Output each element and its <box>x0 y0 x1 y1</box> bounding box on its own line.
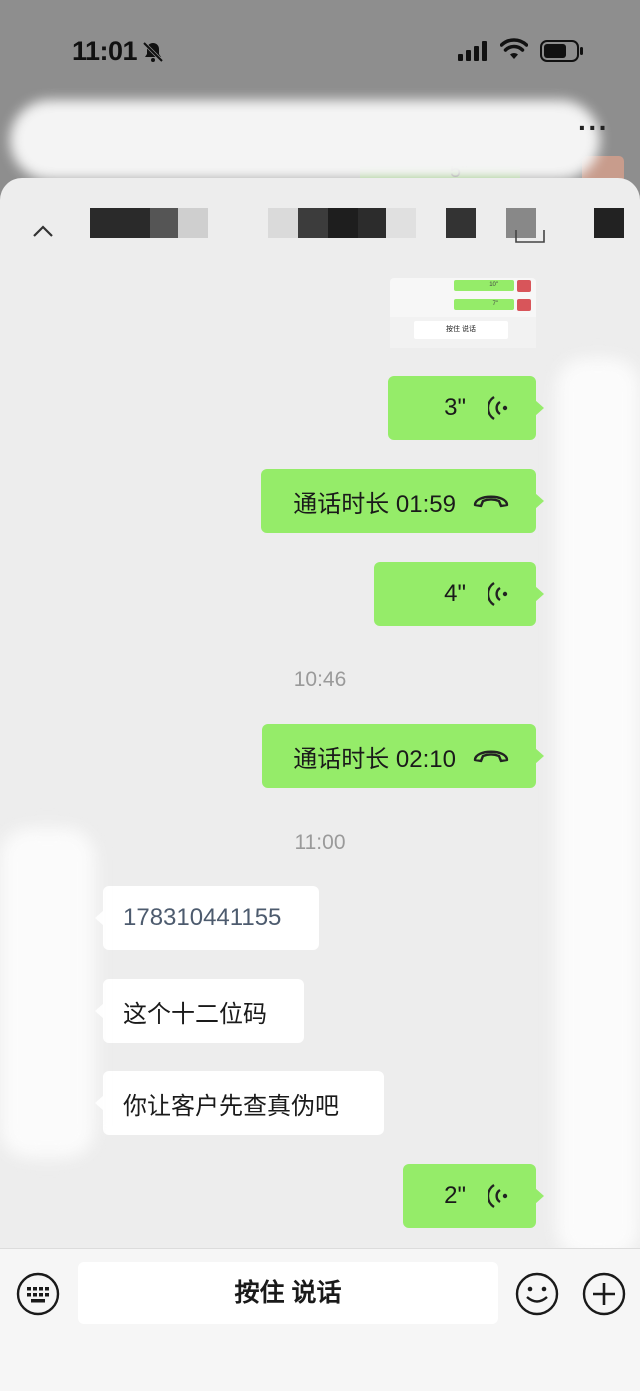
emoji-icon[interactable] <box>515 1272 559 1321</box>
redaction-blur <box>10 100 600 180</box>
voice-message[interactable]: 2" <box>403 1164 544 1228</box>
thumb-hold-to-talk: 按住 说话 <box>414 321 508 339</box>
censored-title <box>298 208 328 238</box>
voice-message[interactable]: 3" <box>388 376 544 440</box>
voice-wave-icon <box>488 395 510 421</box>
redaction-blur <box>556 358 640 1258</box>
battery-icon <box>540 40 584 67</box>
hold-to-talk-button[interactable]: 按住 说话 <box>78 1262 498 1324</box>
thumb-bubble-text: 10" <box>489 282 498 288</box>
thumb-avatar <box>517 280 531 292</box>
thumb-bubble: 10" <box>454 280 514 291</box>
phone-hangup-icon <box>472 492 510 510</box>
censored-title <box>358 208 386 238</box>
voice-wave-icon <box>488 581 510 607</box>
input-bar: 按住 说话 <box>0 1248 640 1391</box>
keyboard-icon[interactable] <box>16 1272 60 1321</box>
censored-title <box>386 208 416 238</box>
signal-icon <box>458 41 490 66</box>
thumb-avatar <box>517 299 531 311</box>
voice-wave-icon <box>488 1183 510 1209</box>
call-record-message[interactable]: 通话时长 02:10 <box>262 724 544 788</box>
incoming-text-message[interactable]: 你让客户先查真伪吧 <box>95 1071 384 1135</box>
incoming-text-message[interactable]: 这个十二位码 <box>95 979 304 1043</box>
sheet-tool-icon[interactable] <box>514 228 546 244</box>
timestamp: 10:46 <box>293 668 347 691</box>
redaction-blur <box>0 828 95 1158</box>
phone-number-link[interactable]: 178310441155 <box>123 904 281 932</box>
censored-title <box>90 208 150 238</box>
censored-title <box>178 208 208 238</box>
call-duration-text: 通话时长 01:59 <box>293 490 456 518</box>
more-icon[interactable]: ··· <box>578 112 609 144</box>
voice-duration: 3" <box>444 394 466 421</box>
censored-title <box>328 208 358 238</box>
message-text: 你让客户先查真伪吧 <box>123 1092 339 1120</box>
voice-message[interactable]: 4" <box>374 562 544 626</box>
voice-duration: 2" <box>444 1182 466 1209</box>
incoming-text-message[interactable]: 178310441155 <box>95 886 319 950</box>
censored-title <box>446 208 476 238</box>
wifi-icon <box>499 38 529 65</box>
censored-title <box>594 208 624 238</box>
status-bar: 11:01 <box>0 0 640 100</box>
thumb-bubble-text: 7" <box>492 301 498 307</box>
voice-duration: 4" <box>444 580 466 607</box>
timestamp: 11:00 <box>294 831 346 854</box>
sheet-header <box>0 178 640 258</box>
call-record-message[interactable]: 通话时长 01:59 <box>261 469 544 533</box>
status-time: 11:01 <box>72 36 138 66</box>
thumb-bubble: 7" <box>454 299 514 310</box>
call-duration-text: 通话时长 02:10 <box>293 745 456 773</box>
bell-slash-icon <box>141 40 165 69</box>
screenshot-thumbnail[interactable]: 10" 7" 按住 说话 <box>390 278 536 348</box>
phone-hangup-icon <box>472 747 510 765</box>
message-text: 这个十二位码 <box>123 1000 267 1028</box>
censored-title <box>150 208 178 238</box>
chat-sheet: 10" 7" 按住 说话 3" 通话时长 01:59 4" 10:46 通话时长… <box>0 178 640 1391</box>
plus-icon[interactable] <box>582 1272 626 1321</box>
censored-title <box>268 208 298 238</box>
collapse-icon[interactable] <box>32 224 54 238</box>
